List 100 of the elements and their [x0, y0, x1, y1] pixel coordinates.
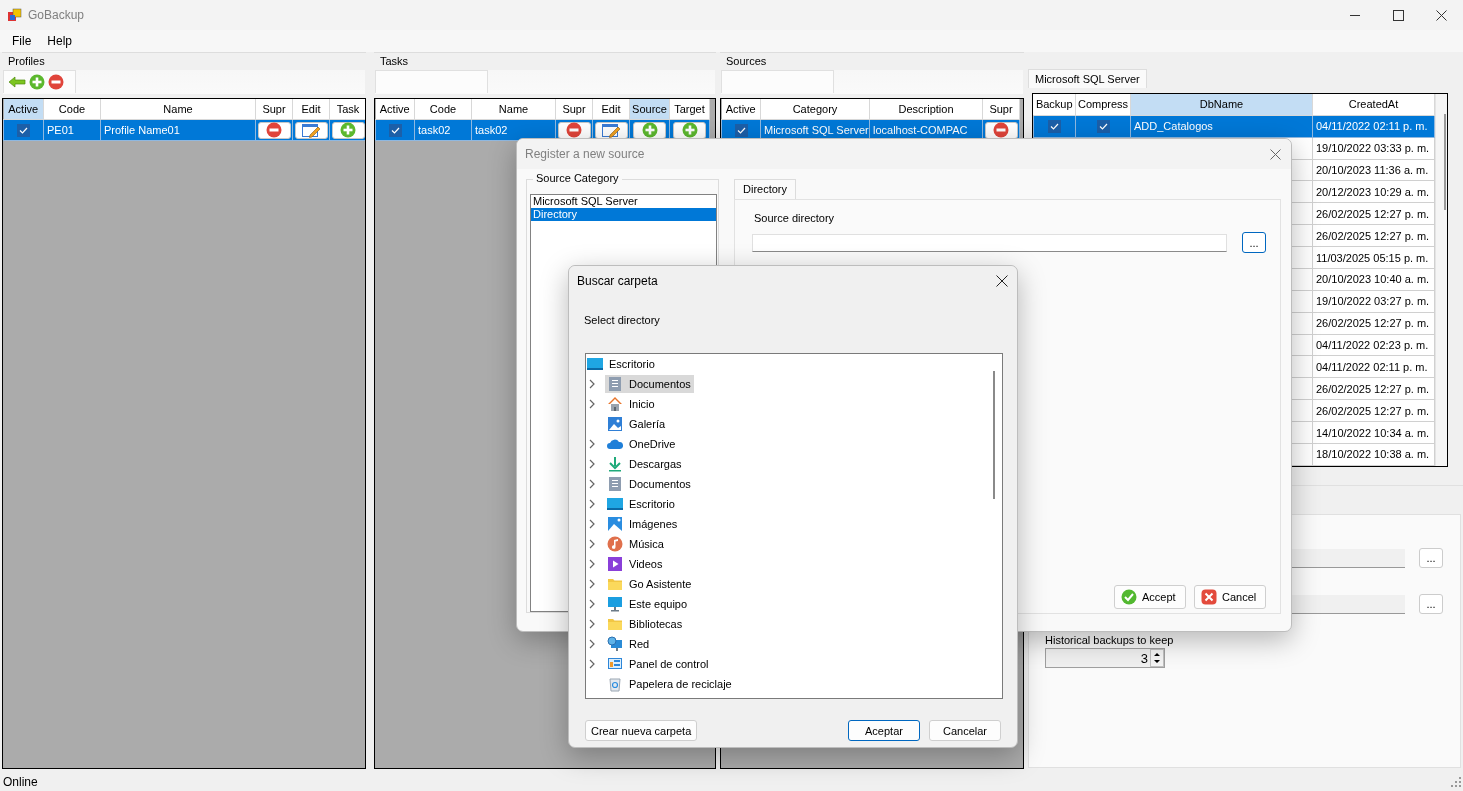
chevron-icon[interactable] [589, 599, 595, 609]
column-header[interactable]: Active [3, 99, 44, 120]
menu-item[interactable]: Help [39, 34, 81, 48]
tree-item[interactable]: Este equipo [605, 595, 691, 613]
chevron-icon[interactable] [589, 499, 595, 509]
close-icon[interactable] [1436, 9, 1447, 21]
input-field[interactable] [752, 233, 1227, 252]
browse-button[interactable]: ... [1419, 594, 1443, 614]
new-folder-button[interactable]: Crear nueva carpeta [585, 720, 698, 741]
column-header[interactable]: Name [471, 99, 556, 120]
menu-item[interactable]: File [4, 34, 40, 48]
list-item[interactable]: Directory [531, 208, 716, 221]
accept-button[interactable]: Accept [1114, 585, 1186, 609]
checkbox[interactable] [388, 123, 402, 137]
tree-item[interactable]: Inicio [605, 395, 658, 413]
column-header[interactable]: Supr [982, 99, 1020, 120]
resize-grip-icon[interactable] [1451, 776, 1461, 787]
image-icon [607, 516, 623, 532]
dialog-title: Register a new source [525, 147, 645, 161]
chevron-icon[interactable] [589, 559, 595, 569]
checkbox[interactable] [1048, 120, 1061, 134]
browse-button[interactable]: ... [1419, 548, 1443, 568]
edit-button[interactable] [294, 121, 328, 139]
tree-item[interactable]: OneDrive [605, 435, 679, 453]
cancel-button[interactable]: Cancel [1194, 585, 1266, 609]
minus-circle-icon [48, 74, 64, 90]
tree-item[interactable]: Descargas [605, 455, 685, 473]
tree-item[interactable]: Música [605, 535, 667, 553]
scrollbar[interactable] [1435, 94, 1447, 466]
field-label: Source directory [754, 212, 836, 224]
browse-button[interactable]: ... [1242, 232, 1266, 253]
add-button[interactable] [331, 121, 365, 139]
network-icon [607, 636, 623, 652]
tree-item[interactable]: Bibliotecas [605, 615, 686, 633]
chevron-icon[interactable] [589, 519, 595, 529]
column-header[interactable]: CreatedAt [1312, 94, 1435, 116]
chevron-icon[interactable] [589, 479, 595, 489]
column-header[interactable]: Task [329, 99, 365, 120]
table-row[interactable]: ADD_Catalogos 04/11/2022 02:11 p. m. [1033, 115, 1435, 138]
chevron-icon[interactable] [589, 399, 595, 409]
back-arrow-icon[interactable] [8, 76, 26, 88]
add-button[interactable] [673, 121, 706, 139]
column-header[interactable]: Supr [555, 99, 593, 120]
tree-item[interactable]: Imágenes [605, 515, 681, 533]
column-header[interactable]: DbName [1130, 94, 1313, 116]
column-header[interactable]: Backup [1033, 94, 1076, 116]
column-header[interactable]: Category [760, 99, 870, 120]
column-header[interactable]: Active [375, 99, 415, 120]
table-row[interactable]: task02 task02 [375, 119, 710, 141]
column-header[interactable]: Name [100, 99, 256, 120]
column-header[interactable]: Code [43, 99, 101, 120]
column-header[interactable]: Code [414, 99, 472, 120]
column-header[interactable]: Active [721, 99, 761, 120]
checkbox[interactable] [17, 123, 30, 137]
chevron-icon[interactable] [589, 639, 595, 649]
chevron-icon[interactable] [589, 619, 595, 629]
delete-button[interactable] [257, 121, 291, 139]
house-icon [607, 396, 623, 412]
chevron-icon[interactable] [589, 659, 595, 669]
close-icon[interactable] [996, 275, 1008, 287]
cancel-button[interactable]: Cancelar [929, 720, 1001, 741]
maximize-icon[interactable] [1393, 9, 1404, 21]
spinner-arrows-icon[interactable] [1150, 649, 1164, 667]
number-field[interactable]: 3 [1045, 648, 1165, 668]
video-icon [607, 556, 623, 572]
chevron-icon[interactable] [589, 459, 595, 469]
tab[interactable]: Directory [734, 179, 796, 199]
chevron-icon[interactable] [589, 539, 595, 549]
column-header[interactable]: Supr [255, 99, 293, 120]
tree-item[interactable]: Red [605, 635, 653, 653]
delete-button[interactable] [557, 121, 591, 139]
edit-button[interactable] [594, 121, 628, 139]
tree-item[interactable]: Documentos [605, 475, 694, 493]
tree-item[interactable]: Papelera de reciclaje [605, 675, 735, 693]
tree-item[interactable]: Documentos [605, 375, 694, 393]
column-header[interactable]: Target [669, 99, 710, 120]
tree-item[interactable]: Go Asistente [605, 575, 695, 593]
accept-button[interactable]: Aceptar [848, 720, 920, 741]
tree-item[interactable]: Videos [605, 555, 666, 573]
column-header[interactable]: Description [869, 99, 983, 120]
column-header[interactable]: Compress [1075, 94, 1131, 116]
add-button[interactable] [633, 121, 666, 139]
table-row[interactable]: PE01 Profile Name01 [3, 119, 365, 141]
tree-item[interactable]: Panel de control [605, 655, 712, 673]
checkbox[interactable] [1096, 120, 1110, 134]
tree-item[interactable]: Escritorio [586, 355, 658, 373]
column-header[interactable]: Edit [592, 99, 630, 120]
tree-item[interactable]: Galería [605, 415, 669, 433]
list-item[interactable]: Microsoft SQL Server [531, 195, 716, 208]
chevron-icon[interactable] [589, 379, 595, 389]
x-icon [1201, 589, 1217, 605]
delete-button[interactable] [984, 121, 1018, 139]
tree-item[interactable]: Escritorio [605, 495, 678, 513]
column-header[interactable]: Edit [292, 99, 330, 120]
column-header[interactable]: Source [629, 99, 670, 120]
tab[interactable]: Microsoft SQL Server [1028, 69, 1147, 88]
chevron-icon[interactable] [589, 439, 595, 449]
scrollbar[interactable] [993, 371, 995, 499]
checkbox[interactable] [734, 123, 748, 137]
chevron-icon[interactable] [589, 579, 595, 589]
